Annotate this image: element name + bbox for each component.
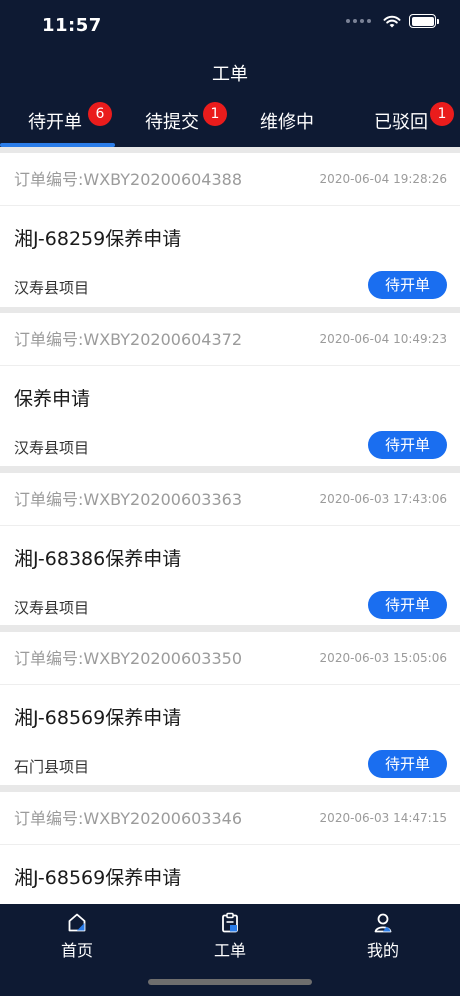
nav-home[interactable]: 首页 <box>27 912 127 961</box>
order-header: 订单编号:WXBY20200603363 2020-06-03 17:43:06 <box>0 473 460 526</box>
status-time: 11:57 <box>42 15 102 36</box>
nav-label: 首页 <box>60 941 93 960</box>
order-header: 订单编号:WXBY20200603350 2020-06-03 15:05:06 <box>0 632 460 685</box>
project-name: 汉寿县项目 <box>14 279 90 297</box>
battery-icon <box>409 14 439 28</box>
order-title: 湘J-68569保养申请 <box>14 707 182 729</box>
count-badge: 1 <box>203 102 227 126</box>
order-number: 订单编号:WXBY20200603363 <box>14 490 243 509</box>
user-icon <box>374 913 392 933</box>
status-button[interactable]: 待开单 <box>368 591 447 619</box>
project-name: 汉寿县项目 <box>14 599 90 617</box>
order-card[interactable]: 订单编号:WXBY20200604388 2020-06-04 19:28:26… <box>0 153 460 307</box>
order-title: 湘J-68386保养申请 <box>14 548 182 570</box>
page-title: 工单 <box>212 64 248 85</box>
order-number: 订单编号:WXBY20200603346 <box>14 809 243 828</box>
order-card[interactable]: 订单编号:WXBY20200603350 2020-06-03 15:05:06… <box>0 632 460 785</box>
order-header: 订单编号:WXBY20200604372 2020-06-04 10:49:23 <box>0 313 460 366</box>
tab-label: 已驳回 <box>374 112 428 133</box>
order-card[interactable]: 订单编号:WXBY20200604372 2020-06-04 10:49:23… <box>0 313 460 466</box>
project-name: 石门县项目 <box>14 758 90 776</box>
tab-in-repair[interactable]: 维修中 <box>260 104 314 147</box>
status-icons <box>346 14 439 28</box>
order-number: 订单编号:WXBY20200604372 <box>14 330 243 349</box>
tab-label: 待开单 <box>28 112 82 133</box>
home-icon <box>68 913 86 932</box>
project-name: 汉寿县项目 <box>14 439 90 457</box>
order-title: 保养申请 <box>14 388 91 410</box>
order-time: 2020-06-03 14:47:15 <box>319 811 447 825</box>
nav-label: 工单 <box>213 941 246 960</box>
tab-label: 待提交 <box>145 112 199 133</box>
tab-pending-open[interactable]: 待开单 6 <box>28 102 112 147</box>
order-header: 订单编号:WXBY20200604388 2020-06-04 19:28:26 <box>0 153 460 206</box>
home-indicator <box>148 979 312 985</box>
order-time: 2020-06-03 17:43:06 <box>319 492 447 506</box>
tab-rejected[interactable]: 已驳回 1 <box>374 102 454 147</box>
header-bar: 11:57 工单 待开单 6 待提交 1 维修中 已驳回 1 <box>0 0 460 147</box>
active-tab-indicator <box>0 143 115 147</box>
order-time: 2020-06-04 19:28:26 <box>319 172 447 186</box>
tab-bar: 待开单 6 待提交 1 维修中 已驳回 1 <box>0 102 460 147</box>
wifi-icon <box>383 15 401 27</box>
count-badge: 6 <box>88 102 112 126</box>
order-card[interactable]: 订单编号:WXBY20200603363 2020-06-03 17:43:06… <box>0 473 460 625</box>
tab-label: 维修中 <box>260 112 314 133</box>
status-button[interactable]: 待开单 <box>368 271 447 299</box>
signal-icon <box>346 19 371 23</box>
status-button[interactable]: 待开单 <box>368 750 447 778</box>
tab-pending-submit[interactable]: 待提交 1 <box>145 102 227 147</box>
status-button[interactable]: 待开单 <box>368 431 447 459</box>
nav-workorder[interactable]: 工单 <box>180 912 280 961</box>
nav-profile[interactable]: 我的 <box>333 912 433 961</box>
order-time: 2020-06-04 10:49:23 <box>319 332 447 346</box>
order-title: 湘J-68259保养申请 <box>14 228 182 250</box>
order-number: 订单编号:WXBY20200603350 <box>14 649 243 668</box>
order-time: 2020-06-03 15:05:06 <box>319 651 447 665</box>
order-header: 订单编号:WXBY20200603346 2020-06-03 14:47:15 <box>0 792 460 845</box>
order-card[interactable]: 订单编号:WXBY20200603346 2020-06-03 14:47:15… <box>0 792 460 904</box>
clipboard-icon <box>222 912 238 933</box>
count-badge: 1 <box>430 102 454 126</box>
order-number: 订单编号:WXBY20200604388 <box>14 170 243 189</box>
order-title: 湘J-68569保养申请 <box>14 867 182 889</box>
nav-label: 我的 <box>366 941 399 960</box>
